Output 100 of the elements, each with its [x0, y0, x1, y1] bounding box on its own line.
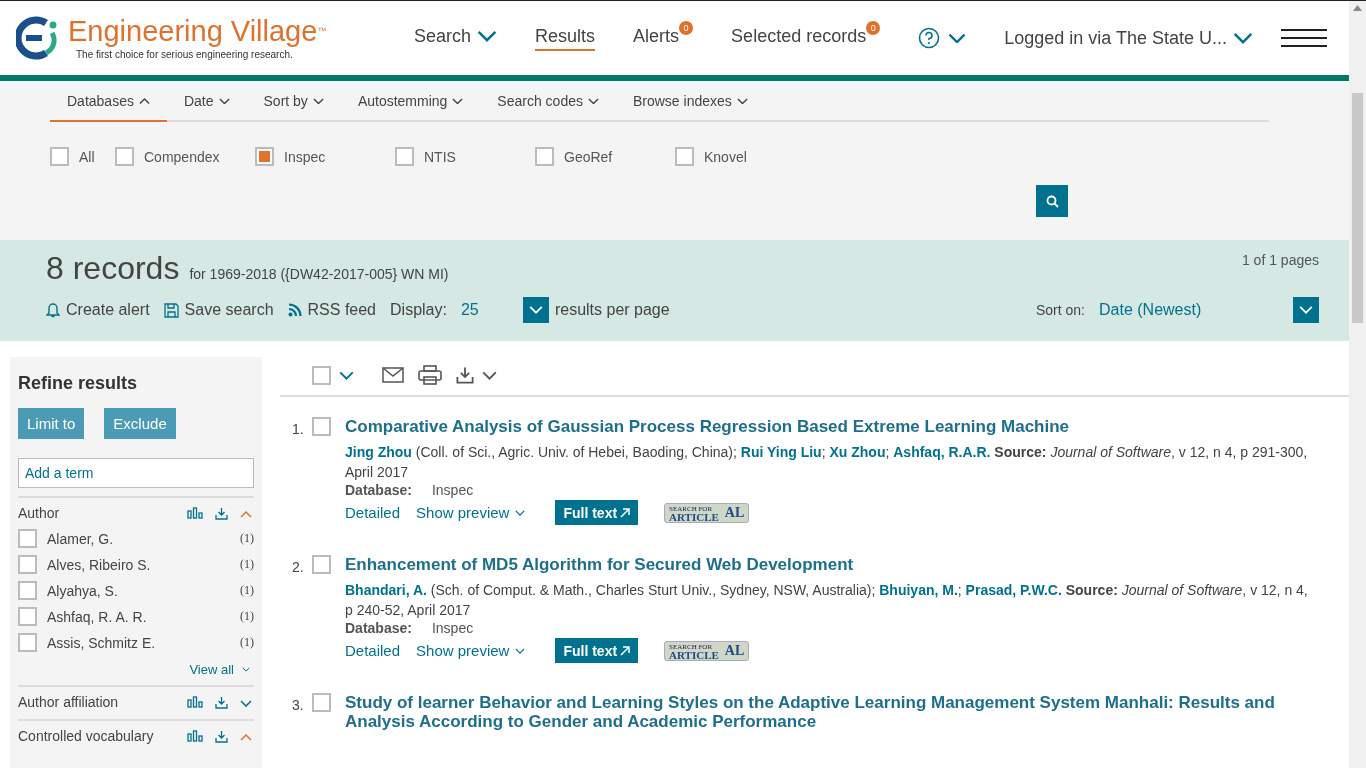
search-option-tab[interactable]: Databases: [50, 81, 167, 122]
checkbox[interactable]: [50, 147, 69, 166]
bar-chart-icon[interactable]: [187, 730, 203, 742]
filter-button[interactable]: Exclude: [104, 408, 176, 439]
bar-chart-icon[interactable]: [187, 696, 203, 708]
chevron-icon: [242, 667, 250, 672]
author-link[interactable]: Jing Zhou: [345, 444, 412, 460]
checkbox[interactable]: [395, 147, 414, 166]
email-icon[interactable]: [382, 367, 404, 383]
count-badge: 0: [679, 21, 694, 35]
checkbox[interactable]: [115, 147, 134, 166]
print-icon[interactable]: [418, 365, 442, 385]
caret-icon: [948, 32, 967, 44]
help-icon: [918, 27, 941, 49]
dropdown-button[interactable]: [1293, 297, 1319, 323]
database-value: Inspec: [431, 620, 474, 636]
tagline: The first choice for serious engineering research.: [76, 49, 294, 60]
select-all-button[interactable]: [312, 365, 354, 385]
scrollbar-thumb[interactable]: [1352, 93, 1363, 323]
download-icon[interactable]: [215, 695, 228, 709]
author-link[interactable]: Bhandari, A.: [345, 582, 427, 598]
search-option-tab[interactable]: Search codes: [480, 81, 616, 122]
result-link[interactable]: Show preview: [416, 642, 526, 659]
account-menu[interactable]: Logged in via The State U...: [1004, 27, 1253, 49]
per-page-label: results per page: [554, 301, 670, 319]
checkbox[interactable]: [18, 529, 37, 548]
search-option-tab[interactable]: Browse indexes: [615, 81, 765, 122]
checkbox[interactable]: [255, 147, 274, 166]
action-link[interactable]: Save search: [163, 301, 274, 319]
caret-icon: [1233, 32, 1253, 44]
checkbox[interactable]: [312, 555, 331, 574]
database-label: Database:: [345, 620, 412, 636]
checkbox[interactable]: [675, 147, 694, 166]
checkbox[interactable]: [312, 417, 331, 436]
action-link[interactable]: RSS feed: [287, 301, 376, 319]
download-button[interactable]: [456, 366, 497, 384]
search-button[interactable]: [1036, 185, 1068, 217]
filter-button[interactable]: Limit to: [18, 408, 85, 439]
view-all-link[interactable]: View all: [18, 662, 250, 677]
facet-title[interactable]: Author: [18, 505, 60, 521]
caret-icon: [477, 30, 498, 42]
download-icon[interactable]: [215, 506, 228, 520]
result-title[interactable]: Enhancement of MD5 Algorithm for Secured Web Development: [345, 555, 1309, 574]
menu-icon[interactable]: [1281, 28, 1327, 48]
result-link[interactable]: Detailed: [345, 642, 401, 659]
checkbox[interactable]: [18, 607, 37, 626]
bar-chart-icon[interactable]: [187, 507, 203, 519]
count-badge: 0: [866, 21, 881, 35]
sort-value[interactable]: Date (Newest): [1099, 301, 1279, 319]
result-link[interactable]: Show preview: [416, 504, 526, 521]
author-link[interactable]: Rui Ying Liu: [740, 444, 822, 460]
term-field[interactable]: Add a term: [18, 458, 254, 488]
record-count: 8 records: [46, 250, 180, 287]
facet-title[interactable]: Controlled vocabulary: [18, 728, 154, 744]
caret-icon: [240, 510, 252, 518]
checkbox[interactable]: [312, 693, 331, 712]
result-number: 2.: [292, 558, 305, 577]
download-icon[interactable]: [215, 729, 228, 743]
caret-icon: [240, 733, 252, 741]
facet-title[interactable]: Author affiliation: [18, 694, 119, 710]
rss-icon: [287, 303, 302, 317]
search-option-tab[interactable]: Date: [166, 81, 247, 122]
checkbox[interactable]: [18, 555, 37, 574]
checkbox-label: NTIS: [424, 148, 456, 165]
nav-link[interactable]: Results: [535, 25, 596, 51]
caret-icon: [482, 370, 497, 380]
facet-option: Assis, Schmitz E.: [47, 634, 156, 651]
logo-text[interactable]: Engineering Village™: [68, 15, 327, 47]
facet-count: (1): [240, 531, 254, 546]
page-count: 1 of 1 pages: [1241, 252, 1319, 268]
checkbox[interactable]: [18, 581, 37, 600]
result-link[interactable]: Detailed: [345, 504, 401, 521]
scroll-up-icon[interactable]: [1353, 5, 1362, 11]
dropdown-button[interactable]: [522, 297, 549, 323]
checkbox[interactable]: [312, 365, 331, 385]
author-link[interactable]: Prasad, P.W.C.: [965, 582, 1062, 598]
checkbox[interactable]: [535, 147, 554, 166]
full-text-button[interactable]: Full text: [555, 638, 639, 663]
result-number: 1.: [292, 420, 305, 439]
external-link-icon: [620, 507, 631, 518]
citation-text: Jing Zhou (Coll. of Sci., Agric. Univ. of Hebei, Baoding, China); Rui Ying Liu; Xu Zhou; Ashfaq, R.A.R. Source: Journal of Software, v 12, n 4, p 291-300, April 2017: [345, 443, 1309, 482]
panel-title: Refine results: [18, 373, 139, 394]
facet-count: (1): [240, 609, 254, 624]
facet-count: (1): [240, 557, 254, 572]
result-title[interactable]: Comparative Analysis of Gaussian Process Regression Based Extreme Learning Machine: [345, 417, 1309, 436]
author-link[interactable]: Bhuiyan, M.: [879, 582, 958, 598]
author-link[interactable]: Ashfaq, R.A.R.: [893, 444, 991, 460]
result-title[interactable]: Study of learner Behavior and Learning Styles on the Adaptive Learning Management System Manhali: Results and Analysis According to Gender and Academic Performance: [345, 693, 1309, 731]
caret-icon: [452, 97, 464, 105]
checkbox[interactable]: [18, 633, 37, 652]
checkbox-label: Inspec: [284, 148, 326, 165]
nav-link[interactable]: Search: [414, 25, 498, 51]
display-value[interactable]: 25: [460, 301, 509, 319]
help-button[interactable]: [918, 27, 967, 49]
search-option-tab[interactable]: Sort by: [246, 81, 341, 122]
action-link[interactable]: Create alert: [46, 301, 150, 319]
search-option-tab[interactable]: Autostemming: [340, 81, 481, 122]
search-query: for 1969-2018 ({DW42-2017-005} WN MI): [189, 266, 449, 282]
download-icon[interactable]: [456, 366, 474, 384]
full-text-button[interactable]: Full text: [555, 500, 639, 525]
